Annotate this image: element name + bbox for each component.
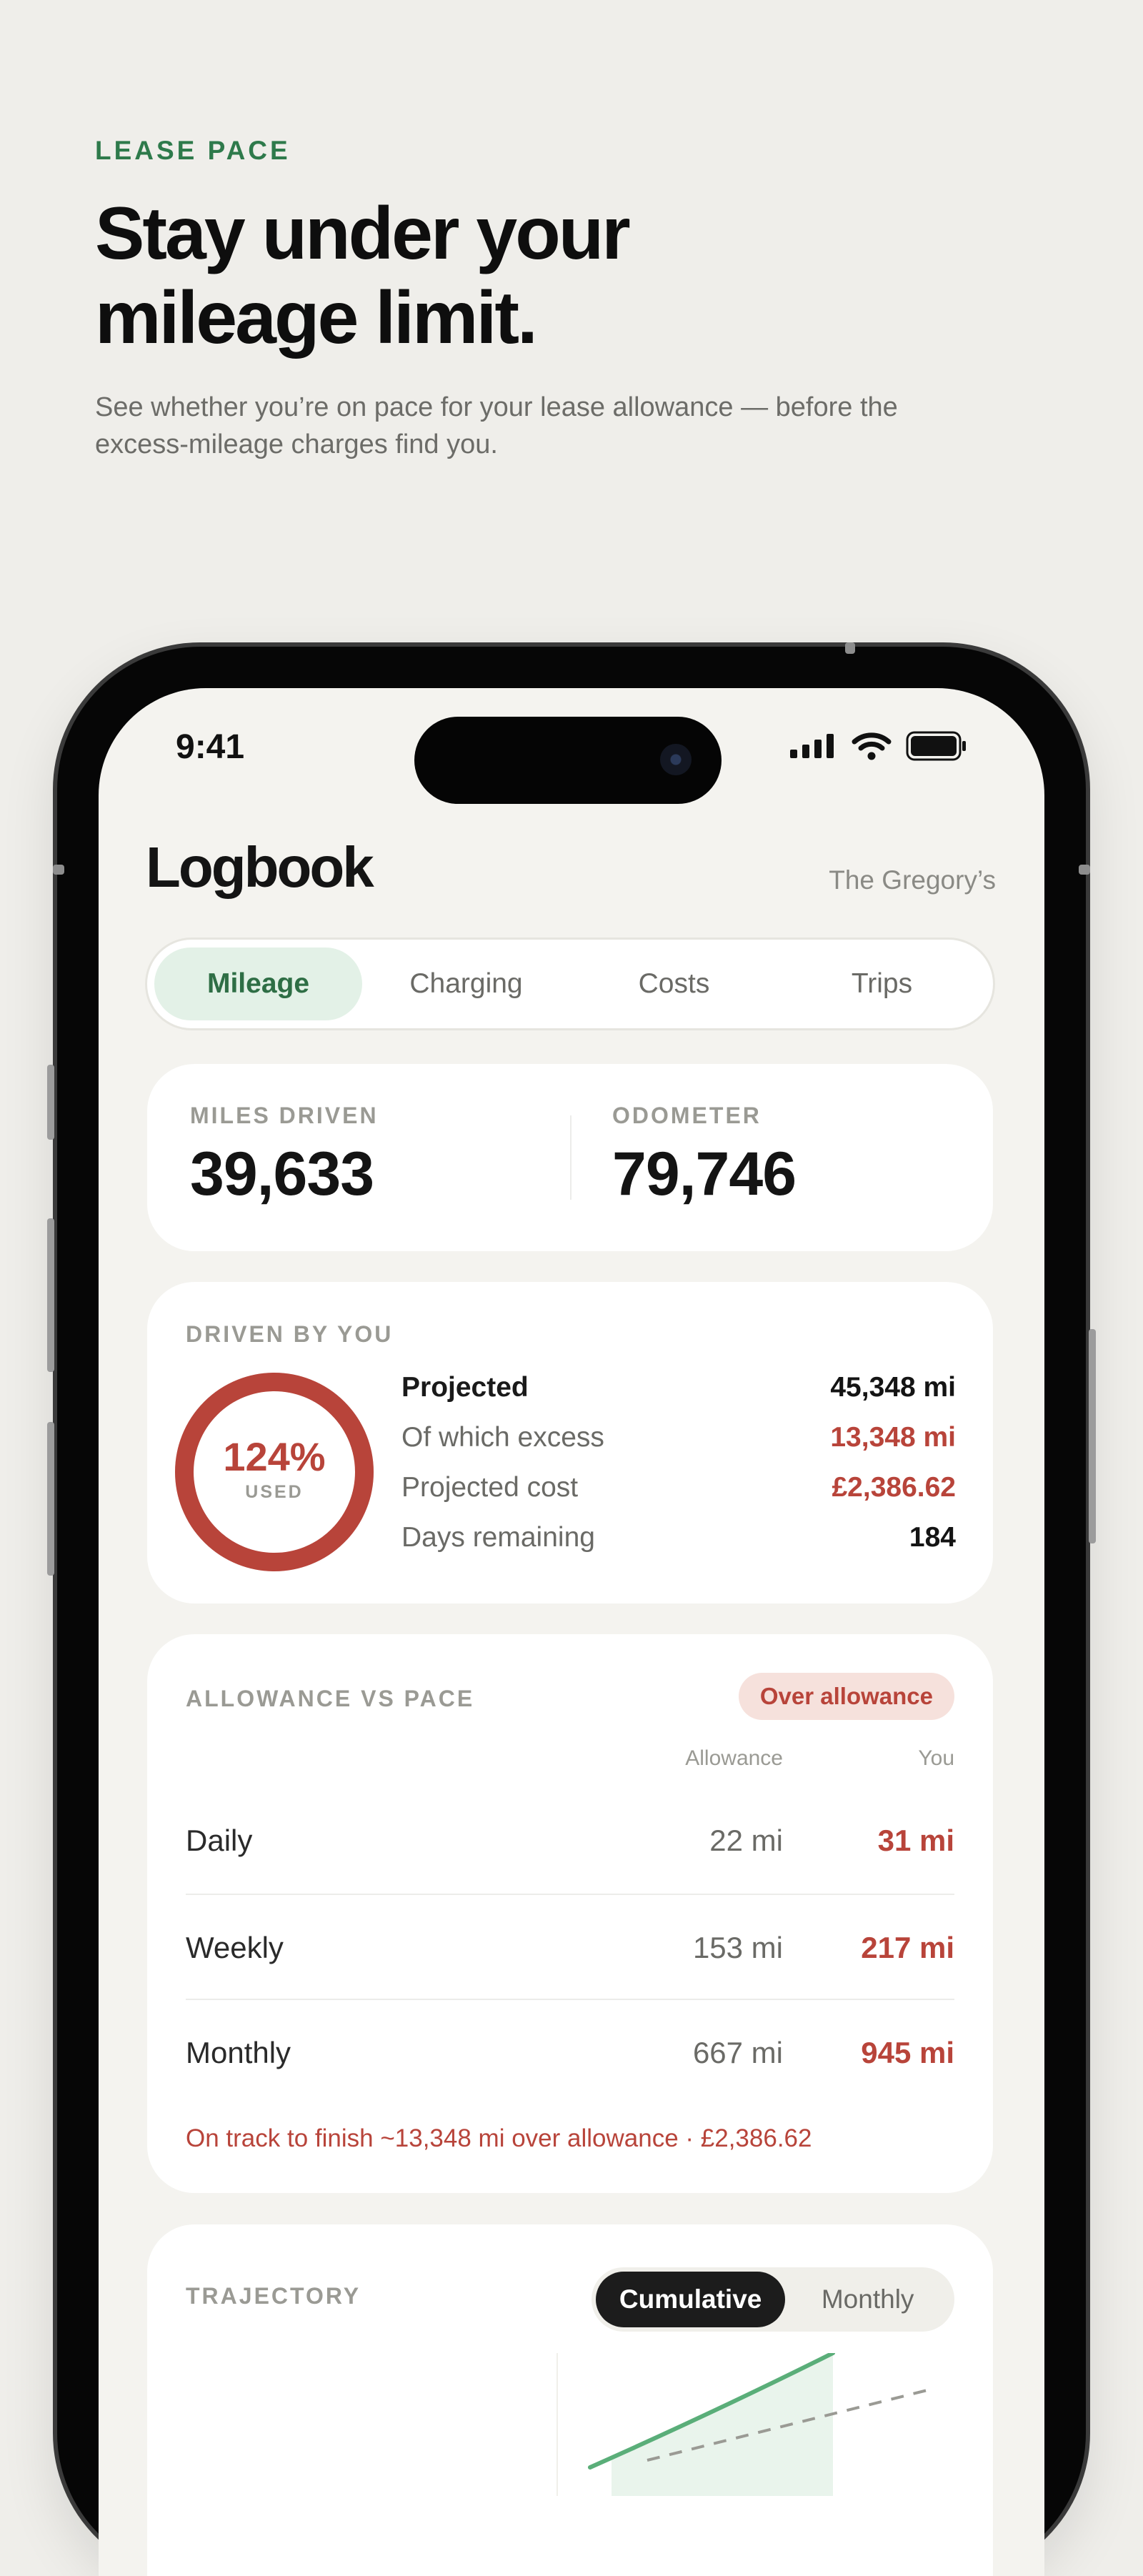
battery-icon — [906, 731, 966, 761]
tab-charging[interactable]: Charging — [362, 948, 570, 1020]
miles-driven-value: 39,633 — [190, 1140, 374, 1208]
period-label: Monthly — [186, 2036, 291, 2069]
driven-by-you-label: DRIVEN BY YOU — [186, 1321, 394, 1347]
usage-sublabel: USED — [245, 1482, 304, 1502]
mileage-summary-card: MILES DRIVEN 39,633 ODOMETER 79,746 — [147, 1064, 993, 1251]
status-badge: Over allowance — [738, 1673, 954, 1720]
dynamic-island — [414, 717, 722, 804]
stat-key: Of which excess — [401, 1422, 604, 1453]
stat-value: 13,348 mi — [830, 1422, 956, 1453]
action-button — [47, 1065, 54, 1140]
table-row: Daily 22 mi 31 mi — [186, 1788, 954, 1894]
stat-value: 45,348 mi — [830, 1372, 956, 1403]
volume-down-button — [47, 1422, 54, 1576]
allowance-value: 153 mi — [692, 1931, 783, 1964]
allowance-value: 667 mi — [692, 2036, 783, 2069]
tab-mileage[interactable]: Mileage — [154, 948, 362, 1020]
allowance-label: ALLOWANCE VS PACE — [186, 1686, 475, 1711]
stat-row-cost: Projected cost £2,386.62 — [401, 1472, 956, 1503]
odometer-value: 79,746 — [612, 1140, 797, 1208]
you-value: 31 mi — [877, 1824, 954, 1857]
phone-screen: 9:41 Logbook The Gregory’s Mileage Charg… — [99, 688, 1044, 2576]
table-row: Monthly 667 mi 945 mi — [186, 1999, 954, 2106]
antenna-band-top — [845, 642, 855, 654]
column-header-you: You — [918, 1746, 954, 1770]
toggle-monthly[interactable]: Monthly — [785, 2272, 950, 2327]
antenna-band-right — [1079, 865, 1090, 875]
phone-frame: 9:41 Logbook The Gregory’s Mileage Charg… — [47, 642, 1096, 2576]
stat-row-excess: Of which excess 13,348 mi — [401, 1422, 956, 1453]
usage-percent: 124% — [223, 1434, 326, 1479]
subline: See whether you’re on pace for your leas… — [95, 392, 898, 459]
volume-up-button — [47, 1218, 54, 1372]
table-row: Weekly 153 mi 217 mi — [186, 1894, 954, 2001]
you-value: 945 mi — [861, 2036, 954, 2069]
overage-note: On track to finish ~13,348 mi over allow… — [186, 2124, 812, 2152]
stat-row-days: Days remaining 184 — [401, 1522, 956, 1553]
headline-line-2: mileage limit. — [95, 277, 538, 359]
power-button — [1089, 1329, 1096, 1543]
you-value: 217 mi — [861, 1931, 954, 1964]
column-header-allowance: Allowance — [685, 1746, 783, 1770]
trajectory-chart — [556, 2353, 934, 2496]
antenna-band-left — [53, 865, 64, 875]
trajectory-card: TRAJECTORY Cumulative Monthly — [147, 2224, 993, 2576]
headline-line-1: Stay under your — [95, 192, 631, 275]
stat-value: £2,386.62 — [832, 1472, 956, 1503]
odometer-label: ODOMETER — [612, 1103, 762, 1128]
tab-trips[interactable]: Trips — [778, 948, 986, 1020]
trajectory-label: TRAJECTORY — [186, 2283, 361, 2309]
stat-key: Projected — [401, 1372, 529, 1403]
headline: Stay under your mileage limit. — [95, 192, 809, 360]
divider — [570, 1115, 572, 1200]
toggle-cumulative[interactable]: Cumulative — [596, 2272, 786, 2327]
tab-costs[interactable]: Costs — [570, 948, 778, 1020]
trajectory-mode-toggle: Cumulative Monthly — [592, 2267, 954, 2332]
cellular-signal-icon — [790, 734, 834, 758]
camera-icon — [660, 744, 692, 775]
period-label: Weekly — [186, 1931, 284, 1964]
period-label: Daily — [186, 1824, 253, 1857]
miles-driven-label: MILES DRIVEN — [190, 1103, 379, 1128]
stat-key: Projected cost — [401, 1472, 579, 1503]
stat-key: Days remaining — [401, 1522, 595, 1553]
usage-ring: 124% USED — [173, 1371, 376, 1573]
eyebrow: LEASE PACE — [95, 136, 291, 165]
allowance-value: 22 mi — [709, 1824, 783, 1857]
stat-row-projected: Projected 45,348 mi — [401, 1372, 956, 1403]
allowance-card: ALLOWANCE VS PACE Over allowance Allowan… — [147, 1634, 993, 2193]
section-tabs: Mileage Charging Costs Trips — [147, 940, 993, 1028]
app-title: Logbook — [146, 835, 374, 899]
driven-by-you-card: DRIVEN BY YOU 124% USED Projected 45,348… — [147, 1282, 993, 1603]
status-time: 9:41 — [176, 728, 245, 766]
wifi-icon — [852, 732, 892, 760]
projection-area — [612, 2353, 833, 2496]
status-icons — [790, 731, 967, 761]
stat-value: 184 — [909, 1522, 956, 1553]
vehicle-owner[interactable]: The Gregory’s — [829, 865, 996, 895]
